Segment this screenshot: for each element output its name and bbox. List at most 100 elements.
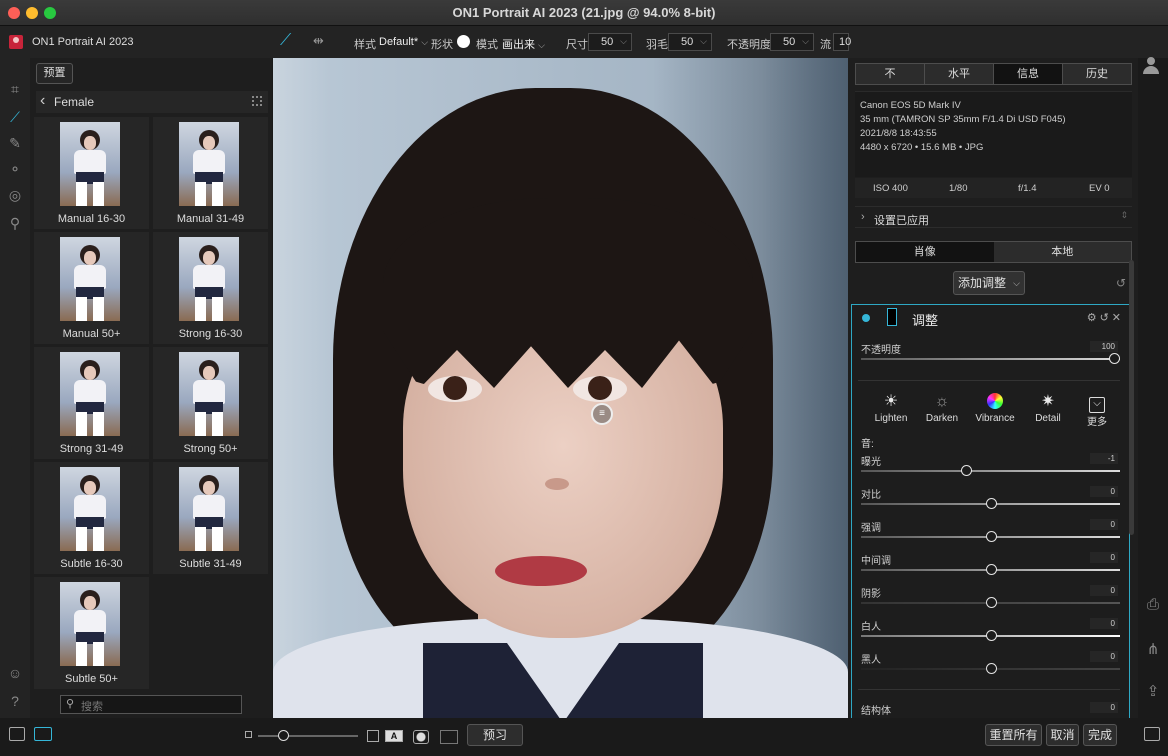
compare-icon[interactable]: ⇹	[313, 33, 324, 49]
preset-tile[interactable]: Manual 31-49	[153, 117, 268, 229]
detail-preset[interactable]: ✷ Detail	[1023, 393, 1073, 424]
mode-value: 画出来	[502, 39, 535, 51]
preset-tile[interactable]: Manual 50+	[34, 232, 149, 344]
show-mask-icon[interactable]	[440, 730, 458, 744]
right-panel-scrollbar[interactable]	[1129, 260, 1134, 535]
search-input[interactable]: ⚲ 搜索	[60, 695, 242, 714]
style-label: 样式	[354, 39, 376, 51]
tab-navigator[interactable]: 不	[856, 64, 925, 84]
reset-icon[interactable]: ↺	[1116, 276, 1126, 290]
preview-button[interactable]: 预习	[467, 724, 523, 746]
slider-knob[interactable]	[986, 531, 997, 542]
undo-icon[interactable]: ↺	[1100, 312, 1112, 324]
export-icon[interactable]: ⇪	[1144, 682, 1162, 700]
slider-value[interactable]: 0	[1090, 618, 1118, 629]
adjustment-panel: 调整 ⚙↺✕ 不透明度 100 ☀ Lighten ☼ Darken Vibranc…	[851, 304, 1130, 724]
done-button[interactable]: 完成	[1083, 724, 1117, 746]
opacity-input[interactable]: 50 ⌵	[770, 33, 814, 51]
zoom-hand-icon[interactable]: ⚲	[6, 214, 24, 232]
tab-levels[interactable]: 水平	[925, 64, 994, 84]
brush-shape-icon[interactable]	[457, 35, 470, 48]
printer-icon[interactable]: ⎙	[1144, 596, 1162, 613]
slider-value[interactable]: 100	[1090, 341, 1118, 352]
paint-brush-icon[interactable]: ✎	[6, 134, 24, 152]
slider-value[interactable]: 0	[1090, 585, 1118, 596]
preset-tile[interactable]: Strong 16-30	[153, 232, 268, 344]
zoom-slider[interactable]	[258, 735, 358, 737]
top-toolbar: ON1 Portrait AI 2023 ⟋ ⇹ 样式 Default* ⌵ 形…	[0, 26, 1168, 58]
slider-value[interactable]: 0	[1090, 702, 1118, 713]
zoom-slider-knob[interactable]	[278, 730, 289, 741]
grid-view-icon[interactable]	[252, 96, 262, 106]
share-icon[interactable]: ⋔	[1144, 640, 1162, 658]
tab-history[interactable]: 历史	[1063, 64, 1131, 84]
photo-canvas[interactable]: ≡	[273, 58, 848, 718]
mode-select[interactable]: 画出来 ⌵	[502, 36, 545, 52]
fingerprint-icon[interactable]: ◎	[6, 186, 24, 204]
account-avatar-icon[interactable]	[1143, 57, 1159, 74]
mask-thumbnail[interactable]	[887, 308, 897, 326]
close-icon[interactable]: ✕	[1112, 312, 1124, 324]
mask-overlay-icon[interactable]	[413, 730, 429, 744]
toggle-right-panel-icon[interactable]	[1144, 727, 1160, 741]
preset-tile[interactable]: Manual 16-30	[34, 117, 149, 229]
help-icon[interactable]: ?	[6, 692, 24, 710]
slider-knob[interactable]	[986, 498, 997, 509]
exif-bar: ISO 400 1/80 f/1.4 EV 0	[855, 178, 1132, 198]
presets-button[interactable]: 预置	[36, 63, 73, 84]
slider-knob[interactable]	[1109, 353, 1120, 364]
slider-value[interactable]: 0	[1090, 651, 1118, 662]
tab-info[interactable]: 信息	[994, 64, 1063, 84]
tab-local[interactable]: 本地	[993, 242, 1131, 262]
preset-tile[interactable]: Subtle 50+	[34, 577, 149, 689]
mode-label: 模式	[476, 39, 498, 51]
user-settings-icon[interactable]: ☺	[6, 664, 24, 682]
toggle-left-panel-icon[interactable]	[9, 727, 25, 741]
iso-value: ISO 400	[873, 183, 908, 194]
preset-tile[interactable]: Subtle 31-49	[153, 462, 268, 574]
slider-knob[interactable]	[986, 597, 997, 608]
zoom-out-icon[interactable]	[245, 731, 252, 738]
preset-thumbnail	[60, 122, 120, 206]
lighten-preset[interactable]: ☀ Lighten	[866, 393, 916, 424]
slider-knob[interactable]	[986, 564, 997, 575]
title-bar: ON1 Portrait AI 2023 (21.jpg @ 94.0% 8-b…	[0, 0, 1168, 26]
shape-label: 形状	[431, 39, 453, 51]
retouch-brush-tool-icon[interactable]: ⟋	[6, 108, 24, 126]
slider-value[interactable]: 0	[1090, 552, 1118, 563]
settings-applied-row[interactable]: › 设置已应用 ⇕	[855, 206, 1132, 228]
preset-tile[interactable]: Strong 50+	[153, 347, 268, 459]
clone-icon[interactable]: ⚬	[6, 160, 24, 178]
gear-icon[interactable]: ⚙	[1087, 312, 1100, 324]
toggle-filmstrip-icon[interactable]	[34, 727, 52, 741]
back-chevron-icon[interactable]: ‹	[40, 92, 45, 110]
slider-knob[interactable]	[986, 663, 997, 674]
crop-icon[interactable]: ⌗	[6, 80, 24, 98]
vibrance-preset[interactable]: Vibrance	[970, 393, 1020, 424]
darken-preset[interactable]: ☼ Darken	[917, 393, 967, 424]
reset-all-button[interactable]: 重置所有	[985, 724, 1042, 746]
feather-input[interactable]: 50 ⌵	[668, 33, 712, 51]
layer-visibility-icon[interactable]	[862, 314, 870, 322]
size-label: 尺寸	[566, 39, 588, 51]
slider-knob[interactable]	[986, 630, 997, 641]
slider-value[interactable]: 0	[1090, 519, 1118, 530]
preset-tile[interactable]: Subtle 16-30	[34, 462, 149, 574]
more-preset[interactable]: ⌵ 更多	[1072, 393, 1122, 428]
flow-input[interactable]: 10	[833, 33, 852, 51]
mask-view-icon[interactable]: A	[385, 730, 403, 742]
zoom-fit-icon[interactable]	[367, 730, 379, 742]
right-tool-strip: ⎙ ⋔ ⇪	[1138, 58, 1168, 756]
slider-knob[interactable]	[961, 465, 972, 476]
presets-panel: 预置 ‹ Female Manual 16-30 Manual 31-49 Ma…	[30, 58, 272, 718]
style-select[interactable]: Default* ⌵	[379, 36, 428, 48]
add-adjustment-button[interactable]: 添加调整 ⌵	[953, 271, 1025, 295]
tab-portrait[interactable]: 肖像	[856, 242, 994, 262]
slider-value[interactable]: -1	[1090, 453, 1118, 464]
preset-tile[interactable]: Strong 31-49	[34, 347, 149, 459]
cancel-button[interactable]: 取消	[1046, 724, 1079, 746]
flow-value: 10	[839, 36, 852, 48]
slider-value[interactable]: 0	[1090, 486, 1118, 497]
size-input[interactable]: 50 ⌵	[588, 33, 632, 51]
retouch-brush-icon[interactable]: ⟋	[280, 32, 291, 50]
